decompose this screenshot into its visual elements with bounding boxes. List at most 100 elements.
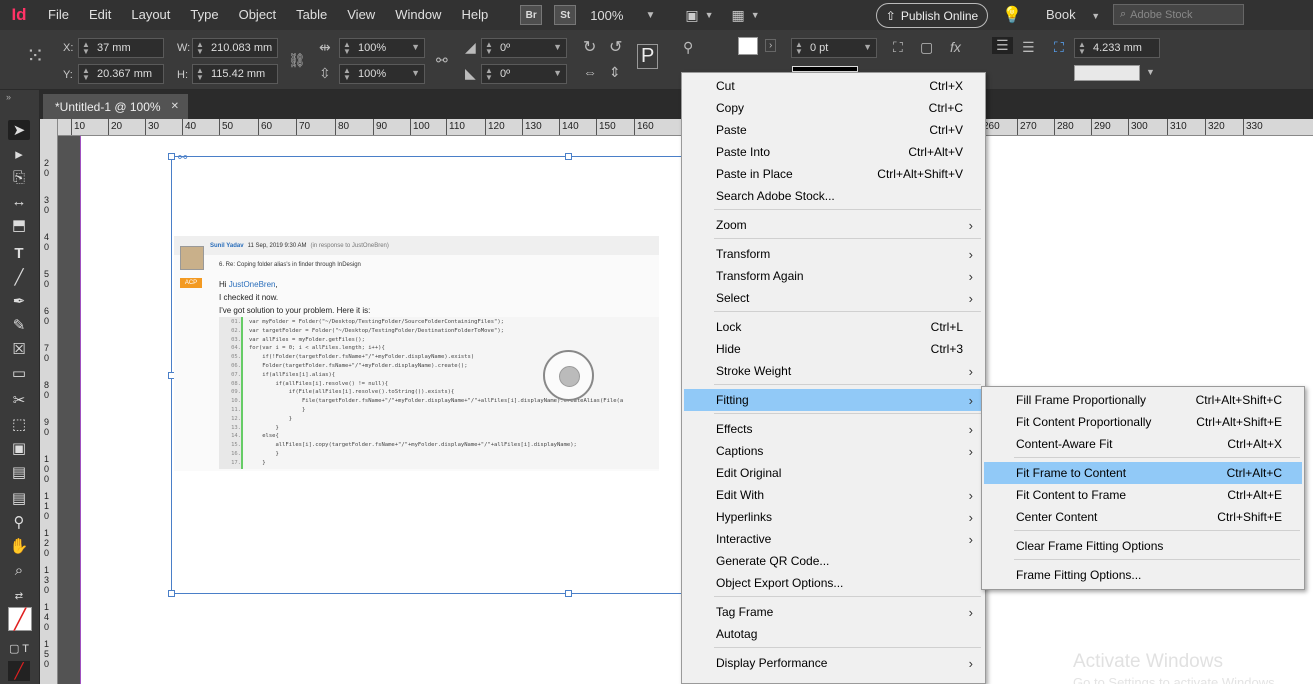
rotate-counterclockwise-icon[interactable]: ↺ bbox=[609, 37, 622, 57]
select-container-icon[interactable]: ⚲ bbox=[683, 39, 693, 56]
rectangle-frame-tool-icon[interactable]: ☒ bbox=[8, 339, 30, 359]
menu-item-fill-frame-proportionally[interactable]: Fill Frame Proportionally Ctrl+Alt+Shift+… bbox=[984, 389, 1302, 411]
menu-item-stroke-weight[interactable]: Stroke Weight › bbox=[684, 360, 983, 382]
corner-options-icon[interactable]: ▢ bbox=[920, 39, 933, 56]
frame-handle-top-left[interactable] bbox=[168, 153, 175, 160]
type-tool-icon[interactable]: T bbox=[8, 243, 30, 263]
chevron-down-icon[interactable]: ▼ bbox=[705, 10, 714, 20]
menu-type[interactable]: Type bbox=[180, 0, 228, 30]
note-tool-icon[interactable]: ▤ bbox=[8, 488, 30, 508]
link-scale-icon[interactable]: ⚯ bbox=[436, 52, 448, 69]
menu-item-fit-frame-to-content[interactable]: Fit Frame to Content Ctrl+Alt+C bbox=[984, 462, 1302, 484]
selection-tool-icon[interactable]: ➤ bbox=[8, 120, 30, 140]
free-transform-tool-icon[interactable]: ⬚ bbox=[8, 414, 30, 434]
y-field[interactable]: ▲ ▼ 20.367 mm bbox=[78, 64, 164, 84]
chevron-right-icon[interactable]: › bbox=[765, 39, 777, 52]
screen-mode-icon[interactable]: ▣ bbox=[685, 7, 698, 24]
scale-y-field[interactable]: ▲ ▼ 100% ▼ bbox=[339, 64, 425, 84]
content-collector-icon[interactable]: ⬒ bbox=[8, 215, 30, 235]
menu-item-paste-in-place[interactable]: Paste in Place Ctrl+Alt+Shift+V bbox=[684, 163, 983, 185]
preview-mode-icon[interactable]: ╱ bbox=[8, 661, 30, 681]
menu-item-display-performance[interactable]: Display Performance › bbox=[684, 652, 983, 674]
menu-layout[interactable]: Layout bbox=[121, 0, 180, 30]
menu-item-interactive[interactable]: Interactive › bbox=[684, 528, 983, 550]
menu-item-hide[interactable]: Hide Ctrl+3 bbox=[684, 338, 983, 360]
menu-item-center-content[interactable]: Center Content Ctrl+Shift+E bbox=[984, 506, 1302, 528]
menu-item-paste-into[interactable]: Paste Into Ctrl+Alt+V bbox=[684, 141, 983, 163]
menu-item-zoom[interactable]: Zoom › bbox=[684, 214, 983, 236]
scissors-tool-icon[interactable]: ✂ bbox=[8, 390, 30, 410]
chevron-down-icon[interactable]: ▼ bbox=[645, 10, 655, 21]
menu-item-fitting[interactable]: Fitting › bbox=[684, 389, 983, 411]
publish-online-button[interactable]: ⇧ Publish Online bbox=[876, 3, 988, 28]
x-field[interactable]: ▲ ▼ 37 mm bbox=[78, 38, 164, 58]
menu-view[interactable]: View bbox=[337, 0, 385, 30]
menu-item-select[interactable]: Select › bbox=[684, 287, 983, 309]
menu-item-hyperlinks[interactable]: Hyperlinks › bbox=[684, 506, 983, 528]
constrain-proportions-icon[interactable]: ⛓ bbox=[288, 52, 306, 69]
collapse-panel-icon[interactable]: » bbox=[6, 92, 11, 102]
formatting-affects-container-icon[interactable]: ▢ T bbox=[8, 638, 30, 658]
menu-item-effects[interactable]: Effects › bbox=[684, 418, 983, 440]
adobe-stock-search[interactable]: ⌕ Adobe Stock bbox=[1113, 4, 1244, 25]
align-stroke-icon[interactable]: ⛶ bbox=[893, 39, 903, 56]
menu-object[interactable]: Object bbox=[229, 0, 287, 30]
menu-table[interactable]: Table bbox=[286, 0, 337, 30]
menu-item-transform[interactable]: Transform › bbox=[684, 243, 983, 265]
menu-item-object-export-options[interactable]: Object Export Options... bbox=[684, 572, 983, 594]
gap-tool-icon[interactable]: ↔ bbox=[8, 191, 30, 211]
pen-tool-icon[interactable]: ✒ bbox=[8, 291, 30, 311]
tab-untitled-1[interactable]: *Untitled-1 @ 100% ✕ bbox=[43, 94, 188, 119]
menu-item-autotag[interactable]: Autotag bbox=[684, 623, 983, 645]
menu-item-content-aware-fit[interactable]: Content-Aware Fit Ctrl+Alt+X bbox=[984, 433, 1302, 455]
menu-item-search-adobe-stock[interactable]: Search Adobe Stock... bbox=[684, 185, 983, 207]
menu-item-fit-content-to-frame[interactable]: Fit Content to Frame Ctrl+Alt+E bbox=[984, 484, 1302, 506]
eyedropper-tool-icon[interactable]: ⚲ bbox=[8, 512, 30, 532]
zoom-tool-icon[interactable]: ⌕ bbox=[8, 560, 30, 580]
fill-stroke-swatch-icon[interactable]: ╱ bbox=[8, 607, 32, 631]
text-wrap-icon[interactable]: ☰ bbox=[992, 37, 1013, 54]
stroke-weight-field[interactable]: ▲ ▼ 0 pt ▼ bbox=[791, 38, 877, 58]
line-tool-icon[interactable]: ╱ bbox=[8, 267, 30, 287]
menu-item-clear-frame-fitting-options[interactable]: Clear Frame Fitting Options bbox=[984, 535, 1302, 557]
h-field[interactable]: ▲ ▼ 115.42 mm bbox=[192, 64, 278, 84]
hand-tool-icon[interactable]: ✋ bbox=[8, 536, 30, 556]
menu-file[interactable]: File bbox=[38, 0, 79, 30]
reference-point-icon[interactable]: ⁙ bbox=[26, 43, 44, 69]
frame-handle-bottom-left[interactable] bbox=[168, 590, 175, 597]
workspace-select[interactable]: Book ▼ bbox=[1046, 0, 1100, 30]
menu-item-captions[interactable]: Captions › bbox=[684, 440, 983, 462]
lightbulb-icon[interactable]: 💡 bbox=[1002, 5, 1022, 25]
arrange-documents-icon[interactable]: ▦ bbox=[732, 7, 745, 24]
stock-button[interactable]: St bbox=[554, 5, 577, 25]
scale-x-field[interactable]: ▲ ▼ 100% ▼ bbox=[339, 38, 425, 58]
menu-item-frame-fitting-options[interactable]: Frame Fitting Options... bbox=[984, 564, 1302, 586]
menu-help[interactable]: Help bbox=[451, 0, 498, 30]
text-wrap-around-icon[interactable]: ☰ bbox=[1022, 39, 1035, 56]
menu-item-paste[interactable]: Paste Ctrl+V bbox=[684, 119, 983, 141]
spacing-field[interactable]: ▲ ▼ 4.233 mm bbox=[1074, 38, 1160, 58]
zoom-level[interactable]: 100% bbox=[590, 8, 623, 23]
chevron-down-icon[interactable]: ▼ bbox=[1146, 67, 1155, 77]
frame-handle-top-center[interactable] bbox=[565, 153, 572, 160]
object-style-swatch[interactable] bbox=[1074, 65, 1140, 81]
cursor-content-grabber[interactable] bbox=[543, 350, 594, 401]
page-tool-icon[interactable]: ⎘ bbox=[8, 167, 30, 187]
rectangle-tool-icon[interactable]: ▭ bbox=[8, 363, 30, 383]
menu-item-fit-content-proportionally[interactable]: Fit Content Proportionally Ctrl+Alt+Shift… bbox=[984, 411, 1302, 433]
frame-handle-bottom-center[interactable] bbox=[565, 590, 572, 597]
rotate-field[interactable]: ▲ ▼ 0º ▼ bbox=[481, 38, 567, 58]
w-field[interactable]: ▲ ▼ 210.083 mm bbox=[192, 38, 278, 58]
fill-none-swatch-icon[interactable] bbox=[738, 37, 758, 55]
menu-item-transform-again[interactable]: Transform Again › bbox=[684, 265, 983, 287]
gradient-feather-tool-icon[interactable]: ▤ bbox=[8, 462, 30, 482]
vertical-ruler[interactable]: 2 0 3 0 4 0 5 0 6 0 7 0 8 0 9 0 1 0 0 1 1 0 1 2 0 1… bbox=[40, 119, 58, 684]
menu-item-lock[interactable]: Lock Ctrl+L bbox=[684, 316, 983, 338]
pencil-tool-icon[interactable]: ✎ bbox=[8, 315, 30, 335]
close-icon[interactable]: ✕ bbox=[171, 101, 179, 112]
flip-horizontal-icon[interactable]: ⇔ bbox=[583, 64, 597, 80]
menu-window[interactable]: Window bbox=[385, 0, 451, 30]
link-badge-icon[interactable]: ⚯ bbox=[178, 151, 187, 164]
rotate-clockwise-icon[interactable]: ↻ bbox=[583, 37, 596, 57]
shear-field[interactable]: ▲ ▼ 0º ▼ bbox=[481, 64, 567, 84]
